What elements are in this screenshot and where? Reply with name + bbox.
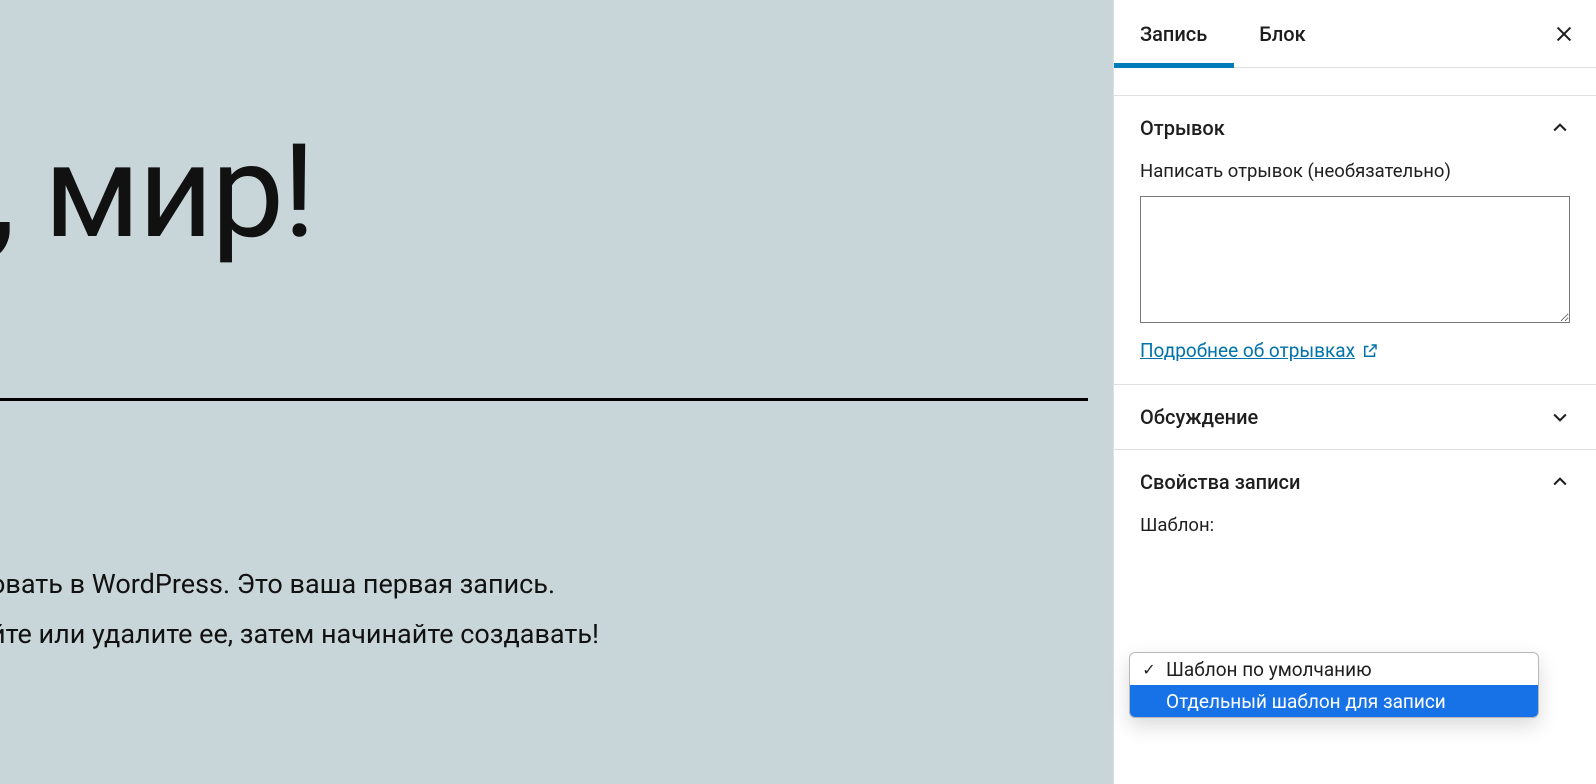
post-title[interactable]: , мир! <box>0 115 314 268</box>
panel-discussion: Обсуждение <box>1114 385 1596 450</box>
panel-discussion-title: Обсуждение <box>1140 405 1258 429</box>
post-paragraph[interactable]: овать в WordPress. Это ваша первая запис… <box>0 560 990 660</box>
chevron-up-icon <box>1550 472 1570 492</box>
check-icon: ✓ <box>1140 660 1158 679</box>
template-select-dropdown[interactable]: ✓ Шаблон по умолчанию ✓ Отдельный шаблон… <box>1129 652 1539 718</box>
panel-post-attributes-toggle[interactable]: Свойства записи <box>1114 450 1596 514</box>
tab-post[interactable]: Запись <box>1114 0 1233 68</box>
panel-post-attributes-title: Свойства записи <box>1140 470 1300 494</box>
panel-discussion-toggle[interactable]: Обсуждение <box>1114 385 1596 449</box>
panel-excerpt-title: Отрывок <box>1140 116 1225 140</box>
excerpt-help-link[interactable]: Подробнее об отрывках <box>1140 339 1379 362</box>
excerpt-help-link-text: Подробнее об отрывках <box>1140 339 1355 362</box>
template-option-default[interactable]: ✓ Шаблон по умолчанию <box>1130 653 1538 685</box>
tab-active-underline <box>1114 63 1234 68</box>
panel-excerpt-toggle[interactable]: Отрывок <box>1114 96 1596 160</box>
paragraph-line: йте или удалите ее, затем начинайте созд… <box>0 618 599 650</box>
panel-excerpt: Отрывок Написать отрывок (необязательно)… <box>1114 96 1596 385</box>
close-icon <box>1553 23 1575 45</box>
chevron-up-icon <box>1550 118 1570 138</box>
separator-block[interactable] <box>0 398 1088 401</box>
editor-canvas[interactable]: , мир! овать в WordPress. Это ваша перва… <box>0 0 1113 784</box>
panel-excerpt-body: Написать отрывок (необязательно) Подробн… <box>1114 160 1596 384</box>
tab-block[interactable]: Блок <box>1233 0 1331 68</box>
excerpt-textarea[interactable] <box>1140 196 1570 323</box>
chevron-down-icon <box>1550 407 1570 427</box>
template-option-label: Отдельный шаблон для записи <box>1166 690 1446 713</box>
template-label: Шаблон: <box>1114 514 1596 542</box>
panel-spacer <box>1114 68 1596 96</box>
close-sidebar-button[interactable] <box>1544 14 1584 54</box>
template-option-custom[interactable]: ✓ Отдельный шаблон для записи <box>1130 685 1538 717</box>
paragraph-line: овать в WordPress. Это ваша первая запис… <box>0 568 555 600</box>
panel-post-attributes: Свойства записи Шаблон: <box>1114 450 1596 542</box>
sidebar-tabs: Запись Блок <box>1114 0 1596 68</box>
external-link-icon <box>1361 342 1379 360</box>
excerpt-label: Написать отрывок (необязательно) <box>1140 160 1570 182</box>
template-option-label: Шаблон по умолчанию <box>1166 658 1372 681</box>
